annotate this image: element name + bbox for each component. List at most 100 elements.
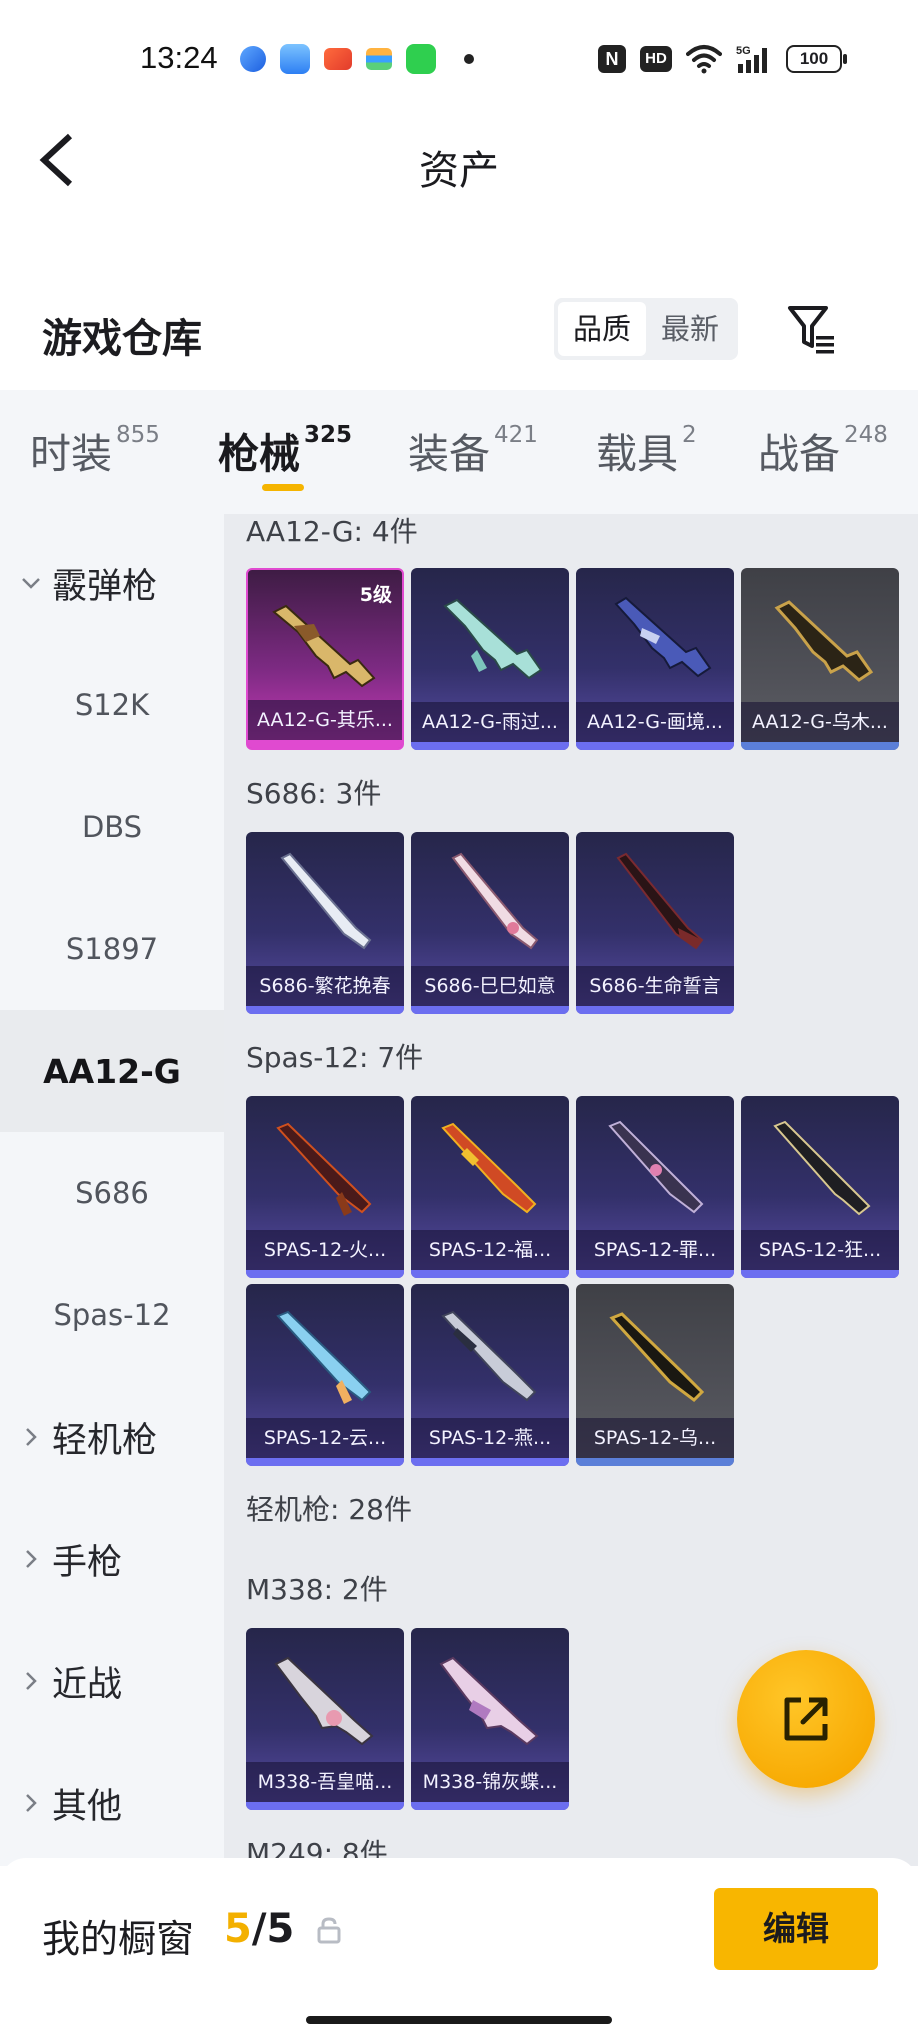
sort-by-newest-button[interactable]: 最新: [646, 302, 734, 356]
status-bar: 13:24 N HD 5G 100: [0, 0, 918, 120]
shotgun-icon: [616, 852, 704, 950]
sort-by-quality-button[interactable]: 品质: [558, 302, 646, 356]
tab-label: 战备: [758, 430, 840, 478]
lock-icon: [317, 1917, 341, 1944]
share-button[interactable]: [737, 1650, 875, 1788]
external-link-icon: [784, 1697, 828, 1741]
page-title: 资产: [419, 148, 499, 194]
skin-name: AA12-G-其乐...: [248, 700, 402, 740]
skin-card[interactable]: SPAS-12-乌...: [576, 1284, 734, 1466]
skin-name: SPAS-12-火...: [246, 1230, 404, 1270]
home-indicator[interactable]: [306, 2016, 612, 2024]
tab-supplies[interactable]: 战备 248: [758, 420, 888, 480]
rarity-bar: [411, 1006, 569, 1014]
game-app-icon: [324, 48, 352, 70]
skin-name: SPAS-12-狂...: [741, 1230, 899, 1270]
shotgun-icon: [441, 1122, 537, 1214]
battery-indicator: 100: [786, 45, 847, 73]
skin-name: AA12-G-乌木...: [741, 702, 899, 742]
sidebar-group-lmg[interactable]: 轻机枪: [0, 1376, 224, 1498]
nfc-icon: N: [598, 45, 626, 73]
rarity-bar: [741, 742, 899, 750]
hd-icon: HD: [640, 46, 672, 72]
skin-card[interactable]: AA12-G-乌木...: [741, 568, 899, 750]
shotgun-icon: [276, 1122, 372, 1216]
skin-card[interactable]: AA12-G-画境...: [576, 568, 734, 750]
sidebar-group-melee[interactable]: 近战: [0, 1620, 224, 1742]
group-header-aa12g: AA12-G: 4件: [246, 515, 418, 548]
sidebar-group-shotgun[interactable]: 霰弹枪: [0, 522, 224, 644]
system-icons: N HD 5G 100: [598, 44, 847, 74]
showcase-separator: /: [251, 1906, 267, 1952]
tab-count: 421: [494, 422, 538, 448]
cellular-signal-icon: 5G: [736, 45, 767, 73]
shotgun-icon: [773, 1120, 871, 1216]
sidebar-group-other[interactable]: 其他: [0, 1742, 224, 1864]
shotgun-icon: [609, 1312, 705, 1402]
skin-card[interactable]: M338-吾皇喵...: [246, 1628, 404, 1810]
skin-card[interactable]: SPAS-12-云...: [246, 1284, 404, 1466]
sidebar-group-pistol[interactable]: 手枪: [0, 1498, 224, 1620]
rarity-bar: [246, 1006, 404, 1014]
wifi-icon: [686, 45, 722, 74]
filter-button[interactable]: [786, 302, 838, 356]
group-header-m338: M338: 2件: [246, 1573, 388, 1606]
shotgun-icon: [280, 852, 372, 950]
tab-count: 2: [682, 422, 697, 448]
tab-count: 248: [844, 422, 888, 448]
sidebar-group-label: 轻机枪: [52, 1420, 158, 1461]
skin-card[interactable]: SPAS-12-罪...: [576, 1096, 734, 1278]
skin-name: SPAS-12-燕...: [411, 1418, 569, 1458]
chevron-down-icon: [22, 578, 40, 589]
skin-card[interactable]: AA12-G-雨过...: [411, 568, 569, 750]
rarity-bar: [411, 1802, 569, 1810]
showcase-current: 5: [224, 1906, 252, 1952]
skin-card[interactable]: M338-锦灰蝶...: [411, 1628, 569, 1810]
rarity-bar: [246, 1270, 404, 1278]
rarity-bar: [246, 1458, 404, 1466]
rifle-icon: [774, 600, 874, 682]
rarity-bar: [248, 740, 402, 748]
chevron-right-icon: [26, 1794, 37, 1812]
chat-app-icon: [406, 44, 436, 74]
skin-card[interactable]: S686-生命誓言: [576, 832, 734, 1014]
sidebar-item-s1897[interactable]: S1897: [0, 888, 224, 1010]
edit-button[interactable]: 编辑: [714, 1888, 878, 1970]
sidebar-item-s686[interactable]: S686: [0, 1132, 224, 1254]
group-header-s686: S686: 3件: [246, 777, 382, 810]
rifle-icon: [443, 598, 543, 680]
machine-gun-icon: [439, 1656, 539, 1746]
showcase-bar: 我的橱窗 5/5 编辑: [0, 1858, 918, 2040]
skin-card[interactable]: SPAS-12-狂...: [741, 1096, 899, 1278]
rarity-bar: [576, 1458, 734, 1466]
skin-card[interactable]: S686-繁花挽春: [246, 832, 404, 1014]
sidebar-item-s12k[interactable]: S12K: [0, 644, 224, 766]
tab-label: 装备: [408, 430, 490, 478]
skin-name: S686-生命誓言: [576, 966, 734, 1006]
filter-icon: [788, 306, 834, 354]
sidebar-item-dbs[interactable]: DBS: [0, 766, 224, 888]
tab-label: 载具: [596, 430, 678, 478]
skin-card[interactable]: SPAS-12-火...: [246, 1096, 404, 1278]
skin-card[interactable]: S686-巳巳如意: [411, 832, 569, 1014]
tab-firearms[interactable]: 枪械 325: [218, 420, 352, 480]
skin-card[interactable]: SPAS-12-燕...: [411, 1284, 569, 1466]
chevron-right-icon: [26, 1550, 37, 1568]
tab-vehicles[interactable]: 载具 2: [596, 420, 697, 480]
sidebar-item-aa12g[interactable]: AA12-G: [0, 1010, 224, 1132]
signal-type-label: 5G: [736, 45, 751, 57]
rarity-bar: [576, 1006, 734, 1014]
weapon-type-sidebar: 霰弹枪 S12K DBS S1897 AA12-G S686 Spas-12 轻…: [0, 514, 224, 1866]
tab-fashion[interactable]: 时装 855: [30, 420, 160, 480]
sidebar-item-spas12[interactable]: Spas-12: [0, 1254, 224, 1376]
photo-app-icon: [280, 44, 310, 74]
tab-equipment[interactable]: 装备 421: [408, 420, 538, 480]
skin-card[interactable]: SPAS-12-福...: [411, 1096, 569, 1278]
skin-card[interactable]: 5级 AA12-G-其乐...: [246, 568, 404, 750]
shotgun-icon: [276, 1310, 372, 1404]
tab-label: 时装: [30, 430, 112, 478]
skin-name: AA12-G-雨过...: [411, 702, 569, 742]
status-time: 13:24: [140, 40, 218, 75]
showcase-total: 5: [266, 1906, 295, 1952]
skin-name: M338-锦灰蝶...: [411, 1762, 569, 1802]
